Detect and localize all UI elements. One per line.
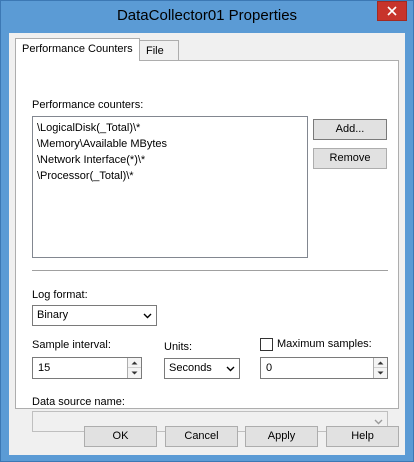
chevron-down-icon [374, 419, 383, 425]
performance-counters-label: Performance counters: [32, 99, 144, 111]
log-format-label: Log format: [32, 289, 88, 301]
window-title: DataCollector01 Properties [116, 7, 298, 24]
chevron-up-icon [131, 361, 138, 365]
maximum-samples-spinner[interactable]: 0 [260, 357, 388, 379]
spin-down-button[interactable] [128, 368, 141, 378]
chevron-down-icon [131, 371, 138, 375]
add-button[interactable]: Add... [313, 119, 387, 140]
maximum-samples-label: Maximum samples: [277, 338, 372, 350]
list-item[interactable]: \Processor(_Total)\* [37, 168, 303, 184]
units-label: Units: [164, 341, 193, 353]
properties-dialog: DataCollector01 Properties Performance C… [0, 0, 414, 462]
divider [32, 270, 388, 271]
list-item[interactable]: \LogicalDisk(_Total)\* [37, 120, 303, 136]
maximum-samples-value: 0 [266, 362, 273, 374]
chevron-down-icon [226, 366, 235, 372]
close-button[interactable] [377, 1, 407, 21]
remove-button[interactable]: Remove [313, 148, 387, 169]
list-item[interactable]: \Network Interface(*)\* [37, 152, 303, 168]
performance-counters-list[interactable]: \LogicalDisk(_Total)\* \Memory\Available… [32, 116, 308, 258]
chevron-down-icon [143, 313, 152, 319]
spin-up-button[interactable] [374, 358, 387, 368]
tab-file[interactable]: File [139, 40, 179, 61]
title-bar[interactable]: DataCollector01 Properties [1, 1, 413, 33]
units-value: Seconds [169, 362, 212, 374]
spinner-buttons [373, 358, 387, 378]
log-format-select[interactable]: Binary [32, 305, 157, 326]
maximum-samples-checkbox[interactable] [260, 338, 273, 351]
list-item[interactable]: \Memory\Available MBytes [37, 136, 303, 152]
spin-up-button[interactable] [128, 358, 141, 368]
help-button[interactable]: Help [326, 426, 399, 447]
cancel-button[interactable]: Cancel [165, 426, 238, 447]
sample-interval-value: 15 [38, 362, 51, 374]
tab-panel: Performance counters: \LogicalDisk(_Tota… [15, 60, 399, 432]
spin-down-button[interactable] [374, 368, 387, 378]
chevron-down-icon [377, 371, 384, 375]
ok-button[interactable]: OK [84, 426, 157, 447]
apply-button[interactable]: Apply [245, 426, 318, 447]
data-source-name-label: Data source name: [32, 396, 125, 408]
dialog-body: Performance Counters File Performance co… [9, 33, 405, 455]
sample-interval-spinner[interactable]: 15 [32, 357, 142, 379]
chevron-up-icon [377, 361, 384, 365]
tab-performance-counters[interactable]: Performance Counters [15, 38, 140, 61]
spinner-buttons [127, 358, 141, 378]
log-format-value: Binary [37, 309, 69, 321]
sample-interval-label: Sample interval: [32, 339, 111, 351]
units-select[interactable]: Seconds [164, 358, 240, 379]
close-icon [387, 6, 397, 16]
